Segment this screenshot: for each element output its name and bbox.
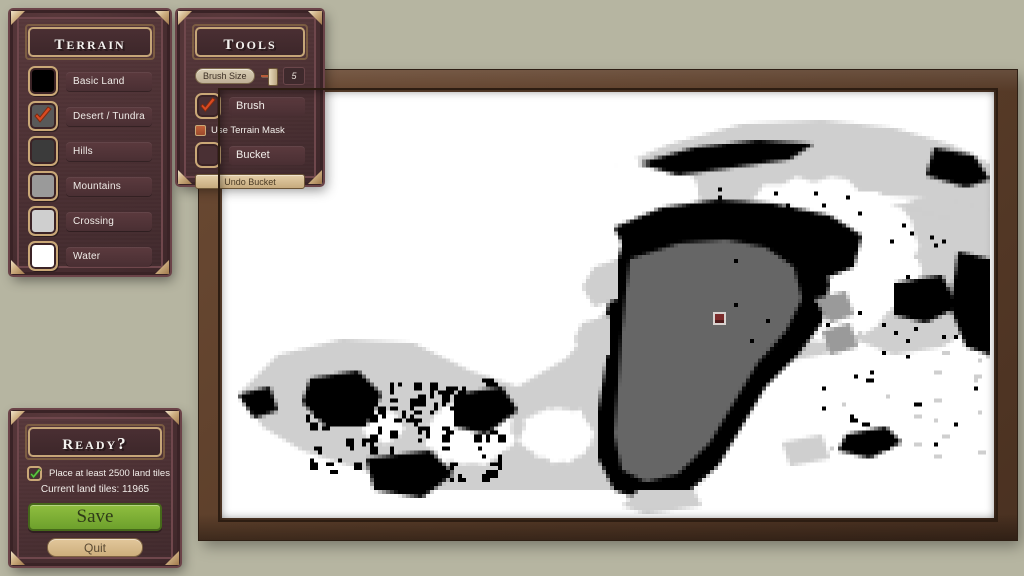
terrain-panel-title: Terrain xyxy=(25,24,155,60)
terrain-item-mountains[interactable]: Mountains xyxy=(28,171,152,201)
requirement-row: Place at least 2500 land tiles xyxy=(27,466,171,481)
ready-title-text: Ready? xyxy=(62,429,128,454)
brush-size-row: Brush Size 5 xyxy=(195,67,305,86)
terrain-item-label: Mountains xyxy=(66,176,152,196)
requirement-checkbox xyxy=(27,466,42,481)
terrain-swatch[interactable] xyxy=(28,241,58,271)
ready-panel: Ready? Place at least 2500 land tiles Cu… xyxy=(10,410,180,566)
brush-size-slider-handle[interactable] xyxy=(267,68,278,86)
terrain-item-label: Hills xyxy=(66,141,152,161)
terrain-item-hills[interactable]: Hills xyxy=(28,136,152,166)
requirement-label: Place at least 2500 land tiles xyxy=(49,468,170,479)
terrain-item-label: Desert / Tundra xyxy=(66,106,152,126)
terrain-item-label: Basic Land xyxy=(66,71,152,91)
save-button[interactable]: Save xyxy=(28,503,162,531)
current-land-tiles: Current land tiles: 11965 xyxy=(40,484,150,495)
checkmark-icon xyxy=(29,468,42,479)
brush-checkbox[interactable] xyxy=(195,93,221,119)
map-canvas[interactable] xyxy=(222,92,994,518)
terrain-panel: Terrain Basic Land Desert / Tundra Hills Mo… xyxy=(10,10,170,275)
brush-cursor xyxy=(713,312,726,325)
ready-panel-title: Ready? xyxy=(25,424,165,460)
terrain-mask-label: Use Terrain Mask xyxy=(211,125,285,136)
tool-bucket[interactable]: Bucket xyxy=(195,142,305,168)
terrain-swatch[interactable] xyxy=(28,136,58,166)
terrain-mask-checkbox[interactable] xyxy=(195,125,206,136)
terrain-title-text: Terrain xyxy=(54,29,126,54)
terrain-swatch[interactable] xyxy=(28,171,58,201)
brush-label: Brush xyxy=(229,96,305,116)
brush-size-slider[interactable] xyxy=(260,68,278,86)
undo-bucket-button[interactable]: Undo Bucket xyxy=(195,174,305,189)
terrain-item-label: Crossing xyxy=(66,211,152,231)
tools-panel: Tools Brush Size 5 Brush xyxy=(177,10,323,189)
tools-panel-title: Tools xyxy=(192,24,308,60)
terrain-item-water[interactable]: Water xyxy=(28,241,152,271)
checkmark-icon xyxy=(199,97,217,115)
quit-button[interactable]: Quit xyxy=(47,538,143,557)
terrain-mask-row[interactable]: Use Terrain Mask xyxy=(195,125,305,136)
terrain-item-desert-tundra[interactable]: Desert / Tundra xyxy=(28,101,152,131)
bucket-label: Bucket xyxy=(229,145,305,165)
tools-title-text: Tools xyxy=(223,29,277,54)
tool-brush[interactable]: Brush xyxy=(195,93,305,119)
terrain-item-label: Water xyxy=(66,246,152,266)
terrain-swatch[interactable] xyxy=(28,206,58,236)
terrain-item-crossing[interactable]: Crossing xyxy=(28,206,152,236)
terrain-swatch[interactable] xyxy=(28,66,58,96)
terrain-swatch[interactable] xyxy=(28,101,58,131)
terrain-list: Basic Land Desert / Tundra Hills Mountains C… xyxy=(28,66,152,271)
bucket-checkbox[interactable] xyxy=(195,142,221,168)
brush-size-label: Brush Size xyxy=(195,68,255,84)
checkmark-icon xyxy=(33,106,53,126)
brush-size-value: 5 xyxy=(283,67,305,85)
terrain-item-basic-land[interactable]: Basic Land xyxy=(28,66,152,96)
